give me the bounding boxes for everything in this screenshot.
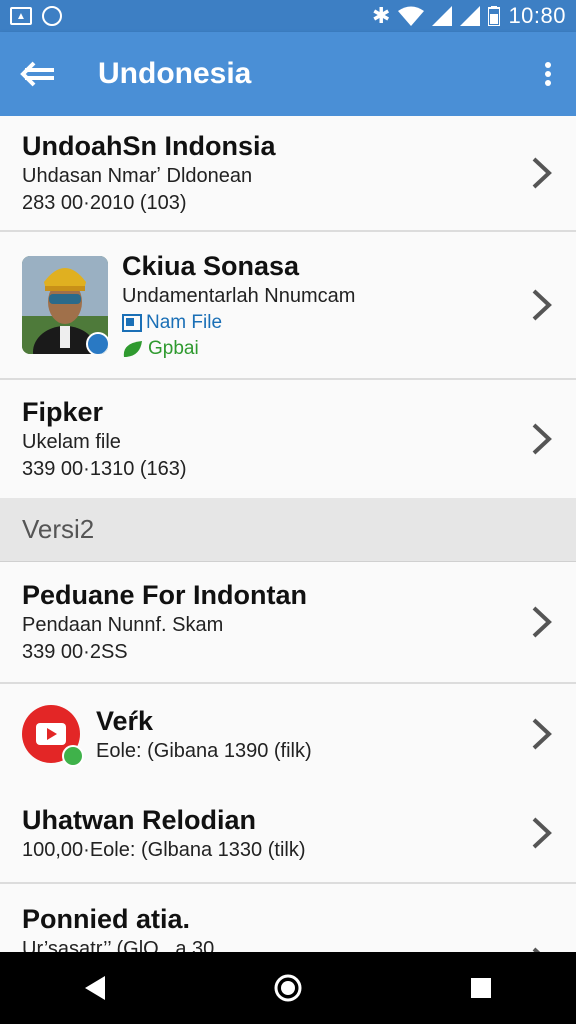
battery-icon — [488, 6, 501, 26]
item-subtitle: Undamentarlah Nnumcam — [122, 284, 356, 307]
check-icon — [62, 745, 84, 767]
item-meta: 283 00·2010 (103) — [22, 192, 187, 214]
item-subtitle: Pendaan Nunnf. Skam — [22, 614, 224, 636]
item-meta: 339 00·2SS — [22, 641, 128, 663]
item-title: Ponnied atia. — [22, 904, 191, 934]
signal-icon — [432, 6, 453, 26]
list-item[interactable]: Uhatwan Relodian 100,00·Eole: (Glbana 13… — [0, 784, 576, 884]
settings-circle-icon — [42, 6, 62, 26]
file-link[interactable]: Nam File — [146, 310, 222, 336]
chevron-right-icon — [532, 289, 552, 321]
list-item[interactable]: Fipker Ukelam file 339 00·1310 (163) — [0, 380, 576, 498]
list-item[interactable]: UndoahSn Indonsia Uhdasan Nmarʼ Dldonean… — [0, 116, 576, 232]
item-subtitle: Ukelam file — [22, 431, 121, 453]
verified-icon — [86, 332, 108, 354]
item-title: Uhatwan Relodian — [22, 804, 257, 835]
item-title: UndoahSn Indonsia — [22, 131, 276, 161]
status-bar: ▲ ✱ 10:80 — [0, 0, 576, 32]
avatar — [22, 256, 108, 354]
system-nav-bar — [0, 952, 576, 1024]
list-item[interactable]: Peduane For Indontan Pendaan Nunnf. Skam… — [0, 562, 576, 684]
chevron-right-icon — [532, 423, 552, 455]
page-title: Undonesia — [98, 57, 252, 90]
file-icon — [122, 313, 142, 332]
back-button[interactable] — [0, 32, 76, 116]
back-triangle-icon[interactable] — [83, 975, 107, 1001]
overflow-menu-button[interactable] — [520, 32, 576, 116]
overflow-menu-icon — [545, 62, 551, 86]
chevron-right-icon — [532, 157, 552, 189]
item-subtitle: 100,00·Eole: (Glbana 1330 (tilk) — [22, 838, 306, 861]
item-subtitle: Eole: (Gibana 1390 (filk) — [96, 739, 312, 762]
item-meta: 339 00·1310 (163) — [22, 458, 187, 480]
list-item[interactable]: Veŕk Eole: (Gibana 1390 (filk) — [0, 684, 576, 784]
back-arrow-icon — [20, 61, 54, 87]
item-title: Peduane For Indontan — [22, 580, 308, 610]
recents-square-icon[interactable] — [469, 976, 493, 1000]
item-title: Fipker — [22, 397, 104, 427]
home-circle-icon[interactable] — [272, 972, 304, 1004]
app-bar: Undonesia — [0, 32, 576, 116]
status-time: 10:80 — [508, 3, 566, 28]
wifi-icon — [398, 6, 425, 26]
chevron-right-icon — [532, 718, 552, 750]
youtube-icon — [22, 705, 84, 767]
bluetooth-icon: ✱ — [372, 3, 391, 28]
item-subtitle: Uhdasan Nmarʼ Dldonean — [22, 165, 253, 187]
leaf-icon — [123, 340, 142, 357]
chevron-right-icon — [532, 817, 552, 849]
list-item[interactable]: Ckiua Sonasa Undamentarlah Nnumcam Nam F… — [0, 232, 576, 380]
content-list: UndoahSn Indonsia Uhdasan Nmarʼ Dldonean… — [0, 116, 576, 979]
section-header: Versi2 — [0, 498, 576, 562]
photo-icon: ▲ — [10, 7, 32, 25]
item-title: Veŕk — [96, 705, 154, 736]
group-label: Gpbai — [148, 337, 199, 359]
chevron-right-icon — [532, 606, 552, 638]
signal-icon — [460, 6, 481, 26]
item-title: Ckiua Sonasa — [122, 250, 300, 281]
